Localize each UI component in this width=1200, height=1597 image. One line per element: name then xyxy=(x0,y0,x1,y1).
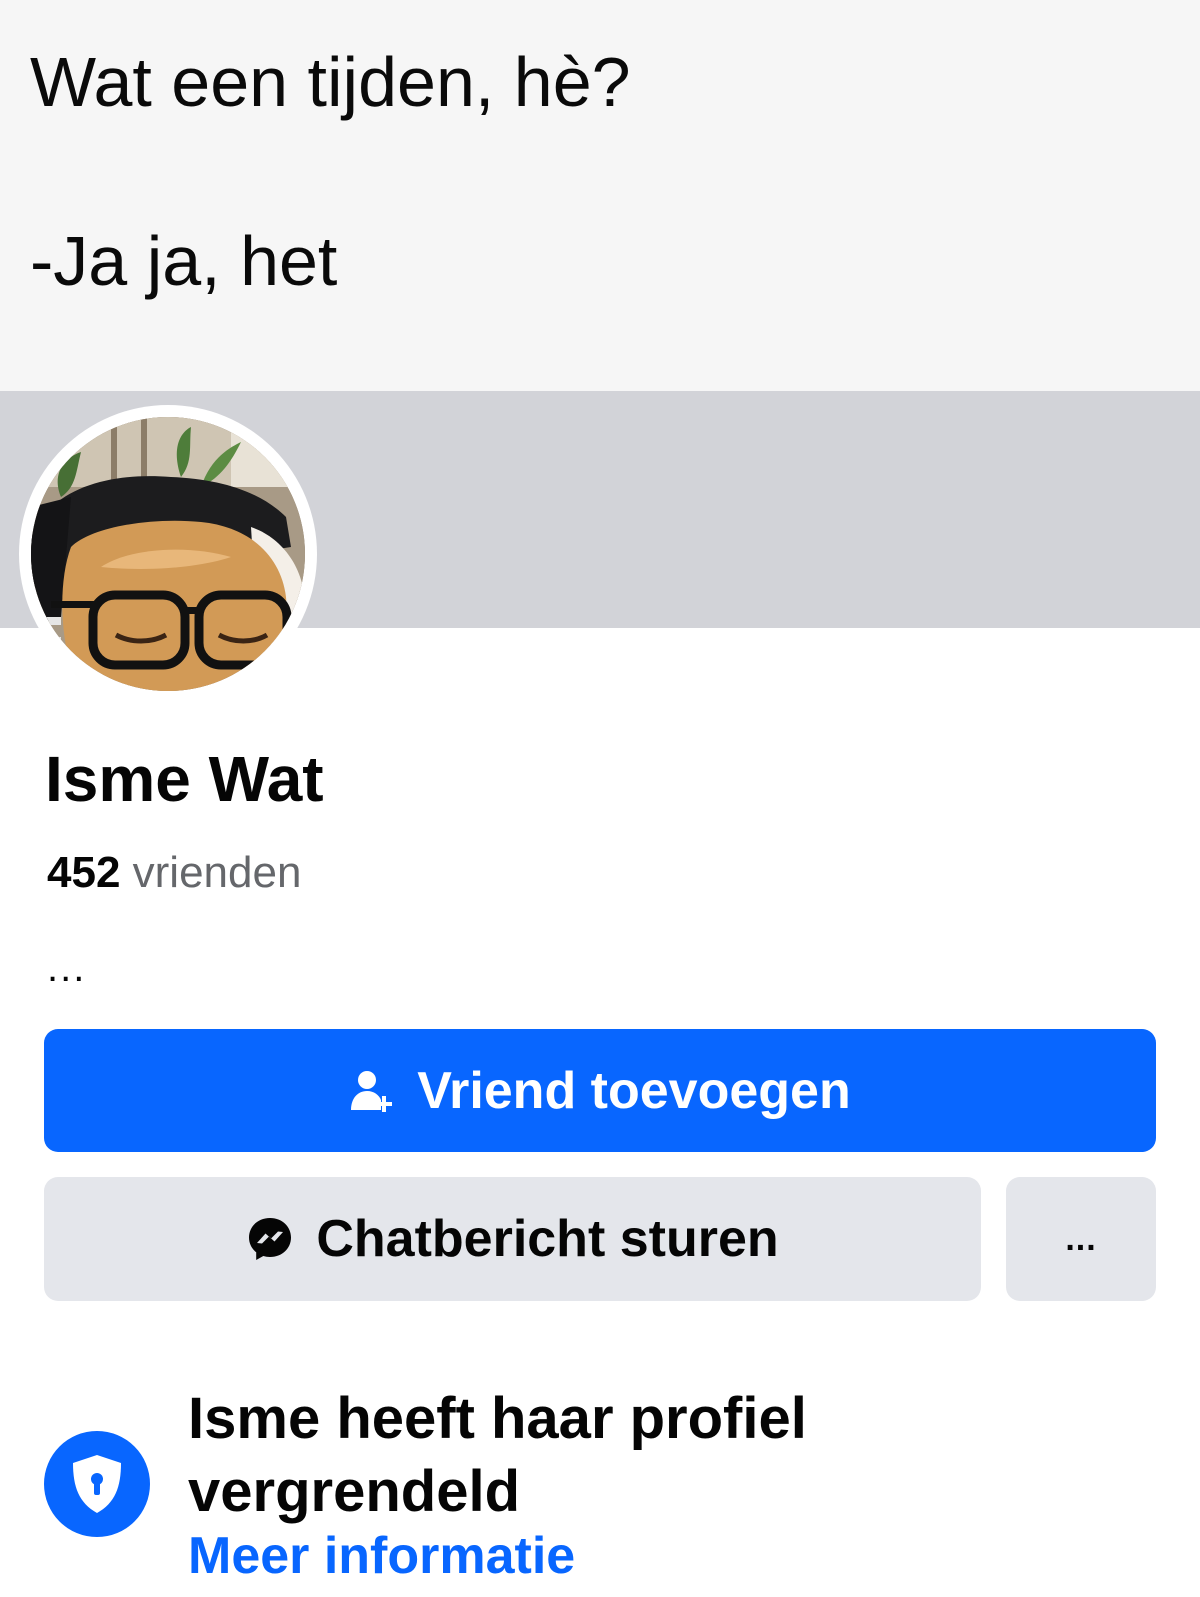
avatar-photo xyxy=(31,417,305,691)
add-friend-label: Vriend toevoegen xyxy=(417,1061,851,1120)
add-friend-icon xyxy=(349,1068,395,1114)
profile-name: Isme Wat xyxy=(45,743,324,815)
profile-locked-title: Isme heeft haar profiel vergrendeld xyxy=(188,1386,807,1524)
more-options-icon: ... xyxy=(1065,1219,1097,1258)
caption-line-2: -Ja ja, het xyxy=(30,222,338,300)
more-options-button[interactable]: ... xyxy=(1006,1177,1156,1301)
profile-avatar[interactable] xyxy=(31,417,305,691)
friends-count-label: vrienden xyxy=(132,848,302,897)
friends-count-number: 452 xyxy=(47,848,121,897)
meme-caption: Wat een tijden, hè? -Ja ja, het xyxy=(0,0,1200,391)
profile-bio: ... xyxy=(47,946,87,990)
caption-line-1: Wat een tijden, hè? xyxy=(30,43,631,121)
friends-count[interactable]: 452 vrienden xyxy=(47,851,301,895)
add-friend-button[interactable]: Vriend toevoegen xyxy=(44,1029,1156,1152)
messenger-icon xyxy=(246,1215,294,1263)
send-message-label: Chatbericht sturen xyxy=(316,1210,779,1268)
more-info-link[interactable]: Meer informatie xyxy=(188,1530,575,1582)
shield-lock-icon xyxy=(44,1431,150,1537)
send-message-button[interactable]: Chatbericht sturen xyxy=(44,1177,981,1301)
